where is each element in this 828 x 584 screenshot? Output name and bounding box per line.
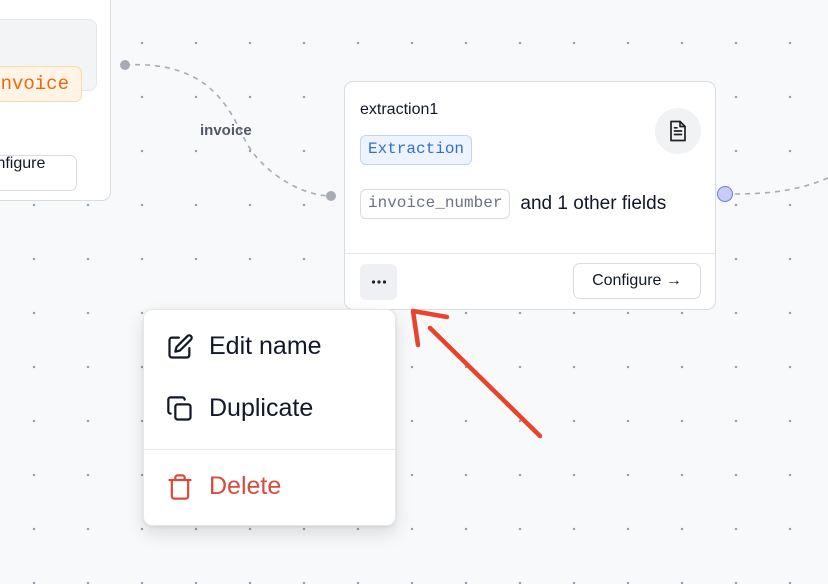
workflow-canvas[interactable]: invoice Configure → Invoice extraction1 … xyxy=(0,0,828,584)
annotation-arrow-icon xyxy=(410,308,543,439)
